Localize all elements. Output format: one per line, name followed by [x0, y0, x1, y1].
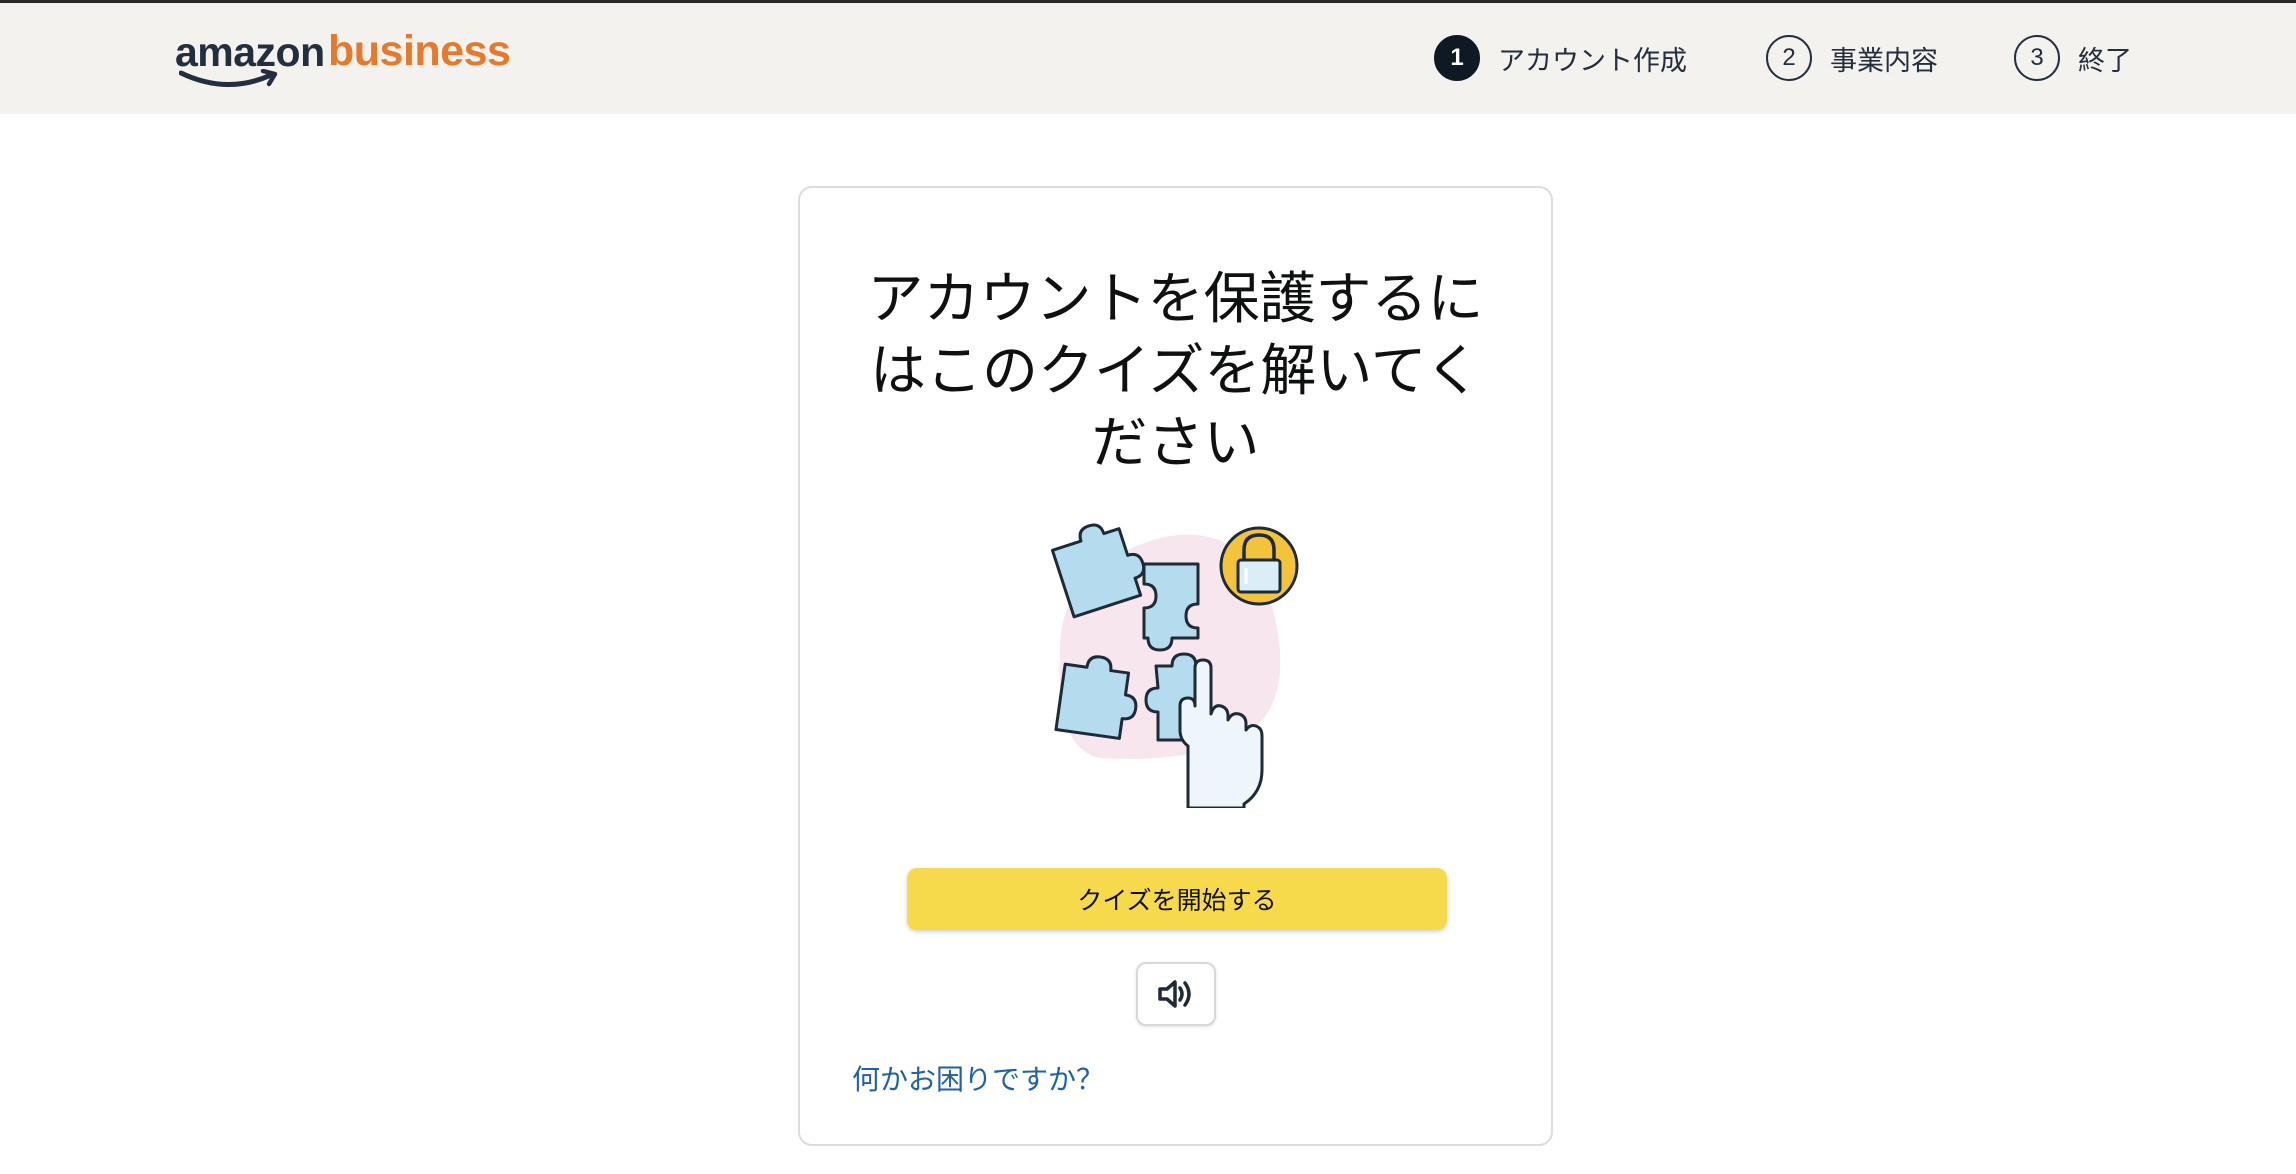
step-label: アカウント作成 [1498, 45, 1687, 77]
step-label: 事業内容 [1830, 45, 1938, 77]
header: amazon business 1 アカウント作成 2 事業内容 3 終了 [0, 3, 2296, 114]
step-number-badge: 2 [1766, 35, 1812, 81]
title-line: ださい [1091, 410, 1260, 476]
page: amazon business 1 アカウント作成 2 事業内容 3 終了 アカ… [0, 0, 2296, 1174]
page-title: アカウントを保護するに はこのクイズを解いてく ださい [800, 264, 1551, 480]
speaker-icon [1158, 980, 1191, 1008]
step-number-badge: 3 [2014, 35, 2060, 81]
quiz-card: アカウントを保護するに はこのクイズを解いてく ださい クイズを開始する 何かお… [798, 186, 1553, 1146]
step-label: 終了 [2078, 45, 2132, 77]
title-line: アカウントを保護するに [867, 266, 1484, 332]
audio-challenge-button[interactable] [1136, 962, 1216, 1026]
title-line: はこのクイズを解いてく [870, 338, 1481, 404]
help-link[interactable]: 何かお困りですか？ [852, 1058, 1104, 1098]
step-finish: 3 終了 [2014, 32, 2132, 84]
step-business-details: 2 事業内容 [1766, 32, 1938, 84]
puzzle-lock-icon [1050, 523, 1299, 808]
step-number-badge: 1 [1434, 35, 1480, 81]
start-quiz-button[interactable]: クイズを開始する [907, 868, 1447, 930]
progress-steps: 1 アカウント作成 2 事業内容 3 終了 [0, 32, 2296, 84]
step-account-creation: 1 アカウント作成 [1434, 32, 1687, 84]
